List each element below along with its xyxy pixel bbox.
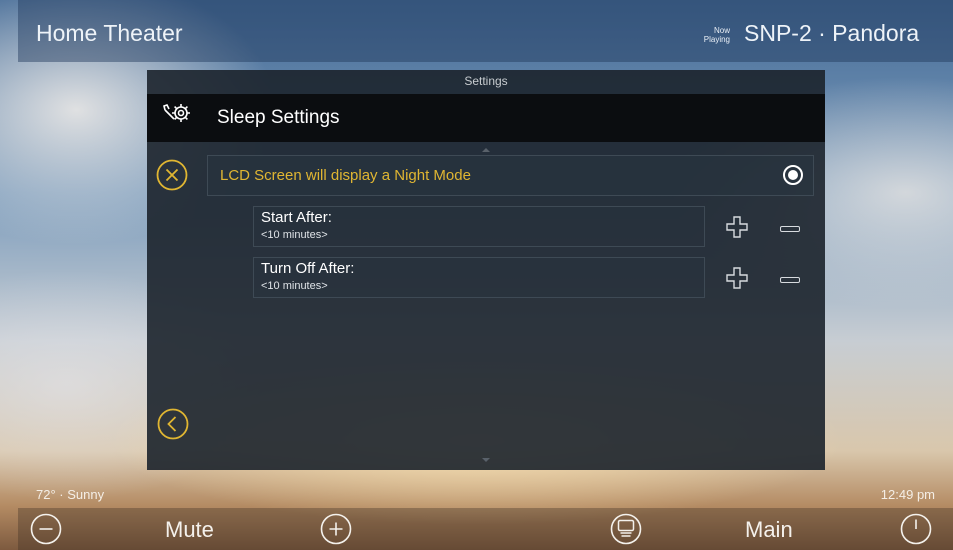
turn-off-after-field[interactable]: Turn Off After: <10 minutes> bbox=[253, 257, 705, 298]
start-after-plus-icon[interactable] bbox=[726, 216, 748, 238]
remote-icon[interactable] bbox=[610, 513, 642, 545]
settings-dialog: Settings Sleep Settings LCD Screen will … bbox=[147, 70, 825, 470]
section-title: Sleep Settings bbox=[217, 107, 340, 128]
power-icon[interactable] bbox=[900, 513, 932, 545]
turn-off-after-minus-icon[interactable] bbox=[780, 277, 800, 283]
scroll-down-indicator bbox=[482, 458, 490, 462]
scroll-up-indicator bbox=[482, 148, 490, 152]
dialog-title: Settings bbox=[464, 74, 508, 88]
start-after-field[interactable]: Start After: <10 minutes> bbox=[253, 206, 705, 247]
room-title: Home Theater bbox=[36, 20, 183, 46]
start-after-minus-icon[interactable] bbox=[780, 226, 800, 232]
close-icon[interactable] bbox=[156, 159, 188, 191]
volume-up-icon[interactable] bbox=[320, 513, 352, 545]
tools-icon bbox=[163, 104, 190, 122]
start-after-value: <10 minutes> bbox=[261, 229, 328, 241]
now-playing-label: Now Playing bbox=[703, 26, 730, 44]
weather-readout: 72° · Sunny bbox=[36, 487, 105, 502]
clock-readout: 12:49 pm bbox=[880, 487, 935, 502]
now-playing-source[interactable]: SNP-2 · Pandora bbox=[744, 20, 919, 47]
night-mode-row[interactable]: LCD Screen will display a Night Mode bbox=[207, 155, 814, 196]
status-strip: 72° · Sunny 12:49 pm bbox=[18, 480, 953, 508]
main-button[interactable]: Main bbox=[745, 517, 793, 543]
turn-off-after-value: <10 minutes> bbox=[261, 280, 328, 292]
volume-down-icon[interactable] bbox=[30, 513, 62, 545]
turn-off-after-label: Turn Off After: bbox=[261, 260, 355, 277]
back-icon[interactable] bbox=[157, 408, 189, 440]
turn-off-after-plus-icon[interactable] bbox=[726, 267, 748, 289]
night-mode-radio[interactable] bbox=[783, 165, 803, 185]
night-mode-label: LCD Screen will display a Night Mode bbox=[220, 167, 471, 184]
mute-button[interactable]: Mute bbox=[165, 517, 214, 543]
bottom-control-bar: Mute Main bbox=[18, 508, 953, 550]
start-after-label: Start After: bbox=[261, 209, 332, 226]
sleep-settings-header: Sleep Settings bbox=[147, 94, 825, 142]
